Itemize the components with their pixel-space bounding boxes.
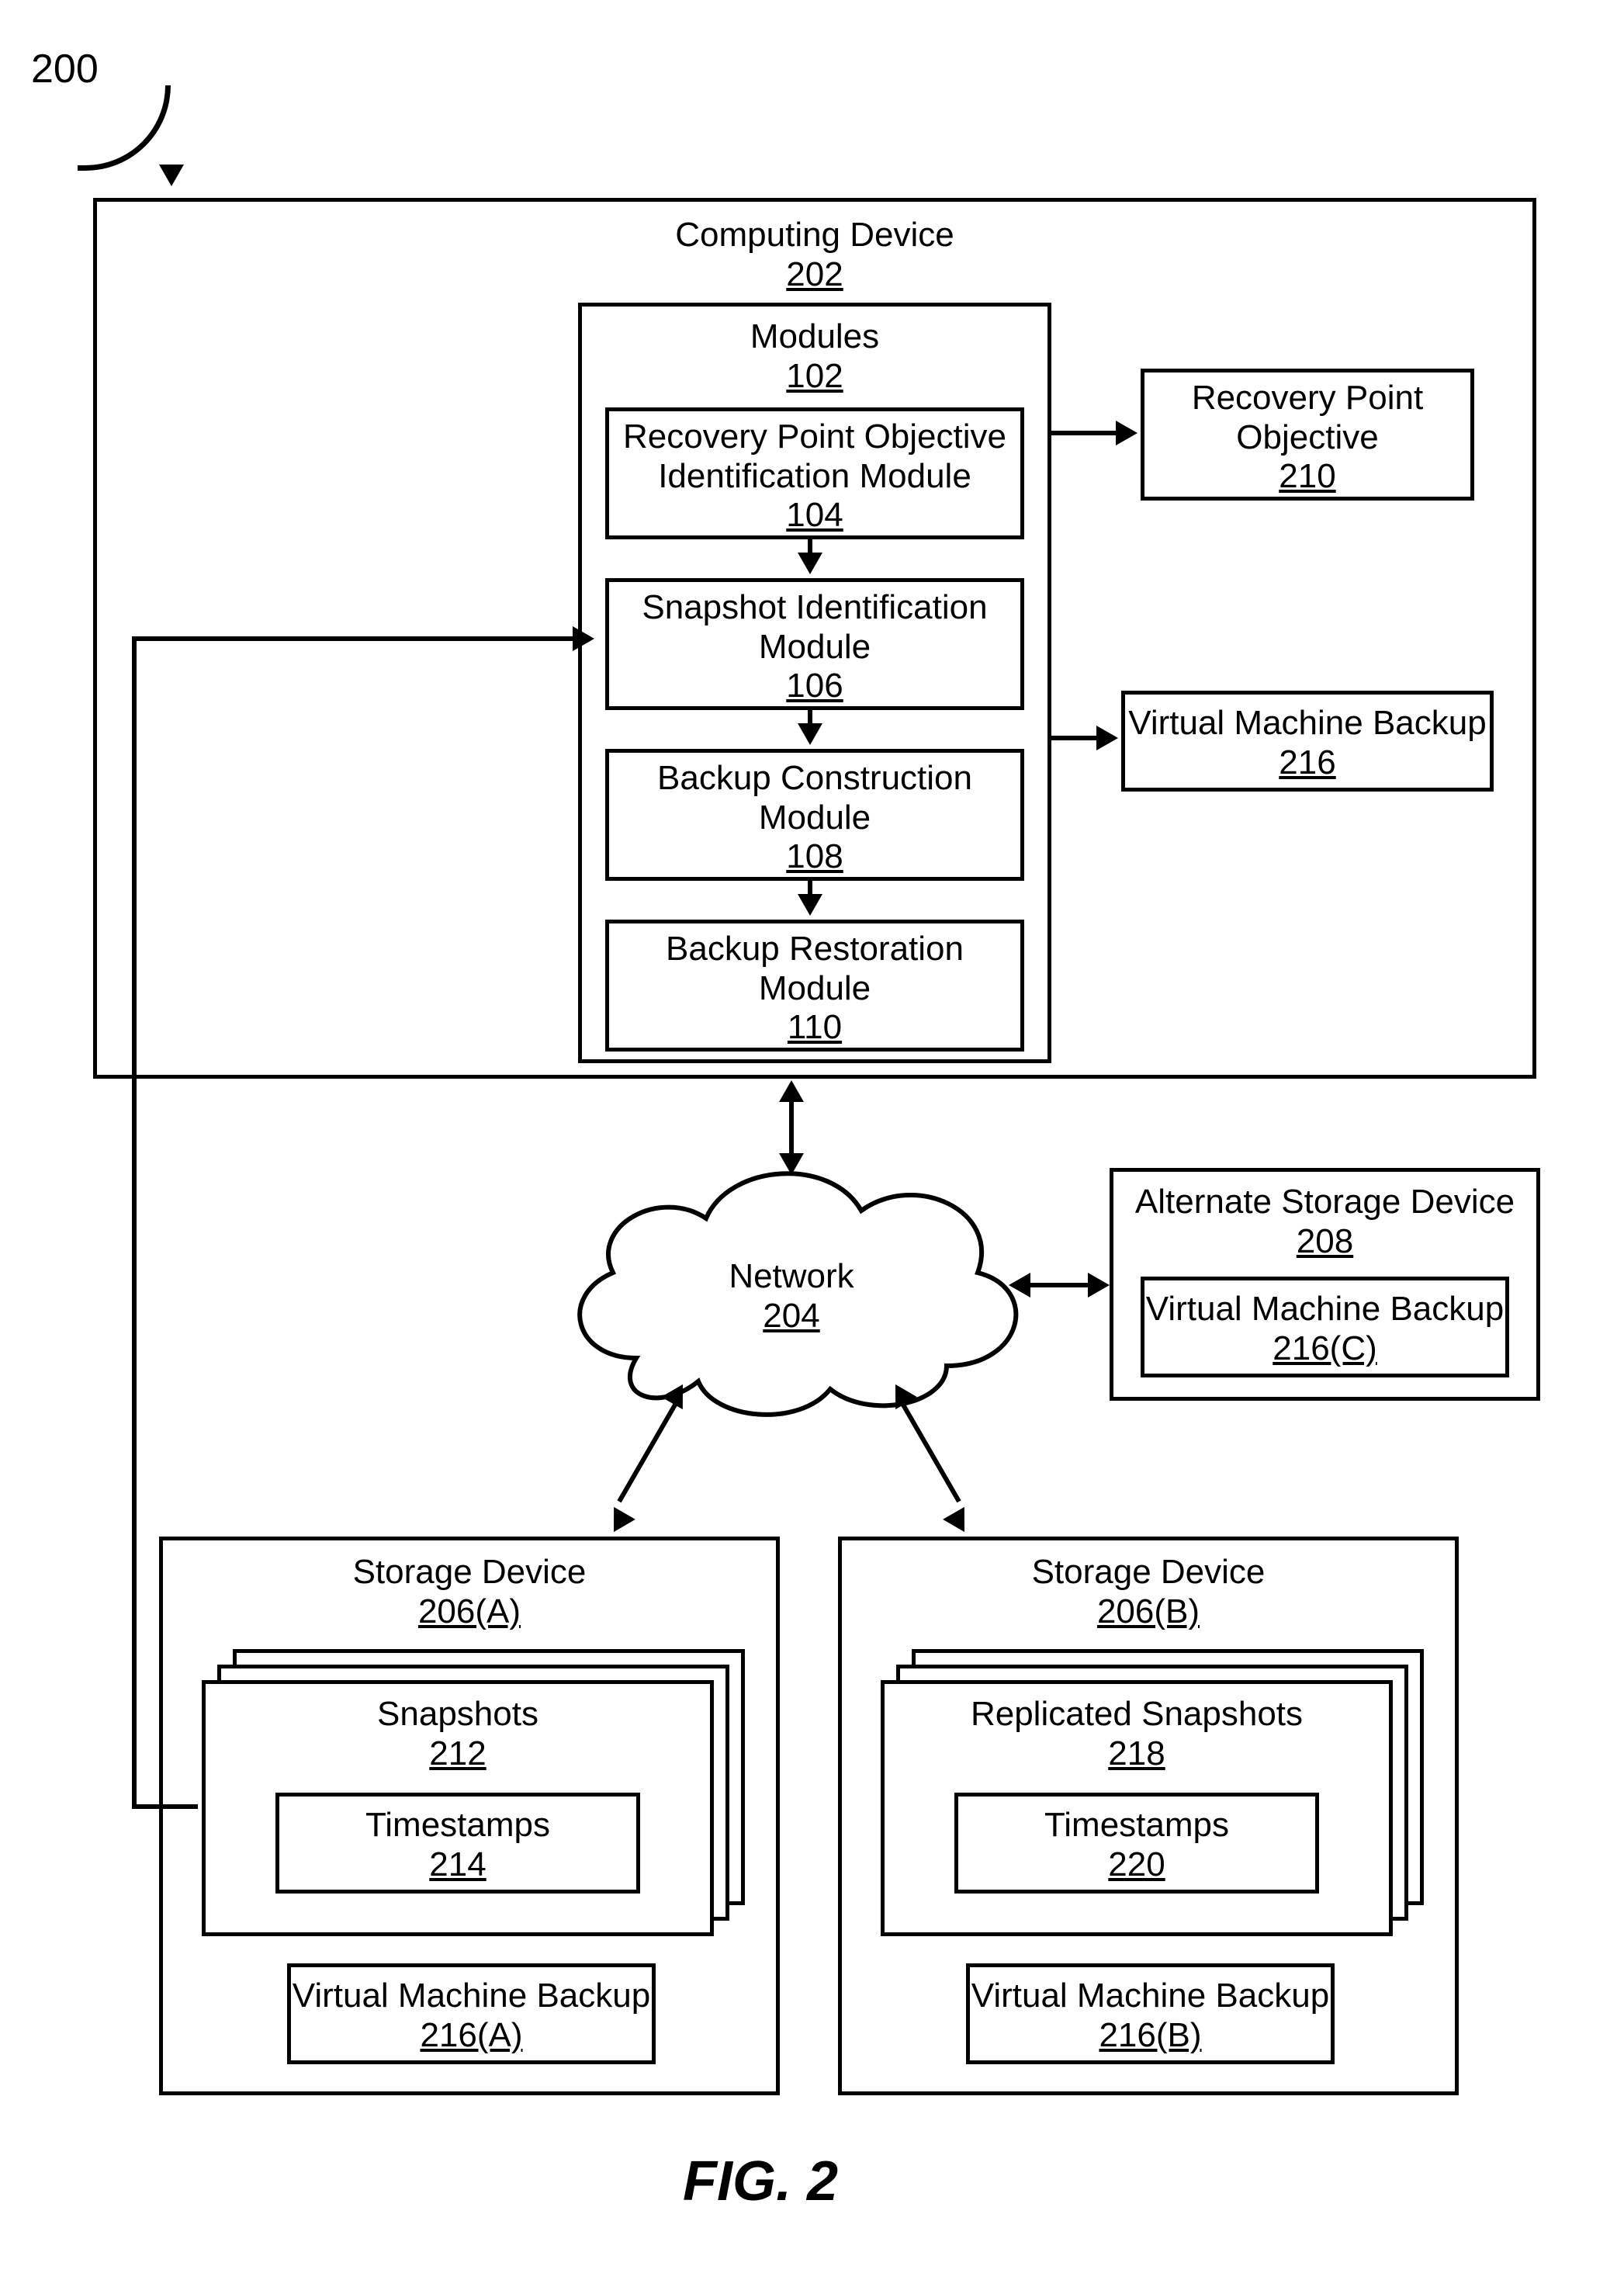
vmb-ref: 216 [1125, 743, 1490, 783]
snapshot-id-module-ref: 106 [609, 667, 1020, 706]
diagram-page: 200 Computing Device 202 Modules 102 Rec… [0, 0, 1624, 2273]
alt-storage-box: Alternate Storage Device 208 Virtual Mac… [1110, 1168, 1540, 1401]
storage-b-snapshots-ref: 218 [885, 1734, 1389, 1774]
arrow-106-108-head [798, 723, 822, 745]
modules-box: Modules 102 Recovery Point Objective Ide… [578, 303, 1051, 1063]
alt-storage-ref: 208 [1113, 1222, 1536, 1262]
rpo-id-module-line2: Identification Module [609, 457, 1020, 497]
rpo-box: Recovery Point Objective 210 [1141, 369, 1474, 501]
arrow-104-106-line [808, 535, 812, 554]
rpo-id-module-box: Recovery Point Objective Identification … [605, 407, 1024, 539]
arrow-cd-net-down [779, 1153, 804, 1175]
snapshot-id-module-line1: Snapshot Identification [609, 588, 1020, 628]
alt-storage-vmb-title: Virtual Machine Backup [1144, 1290, 1505, 1329]
computing-device-ref: 202 [97, 255, 1532, 295]
rpo-id-module-line1: Recovery Point Objective [609, 418, 1020, 457]
storage-b-box: Storage Device 206(B) Replicated Snapsho… [838, 1537, 1459, 2095]
storage-a-ref: 206(A) [163, 1592, 776, 1632]
backup-construction-module-box: Backup Construction Module 108 [605, 749, 1024, 881]
modules-ref: 102 [582, 357, 1047, 397]
backup-construction-module-line2: Module [609, 799, 1020, 838]
arrow-net-alt-left [1009, 1273, 1030, 1298]
elbow-212-106-h2 [132, 636, 574, 641]
figure-ref-pointer-curve [78, 85, 171, 171]
storage-a-vmb-title: Virtual Machine Backup [291, 1977, 652, 2016]
elbow-212-106-h1 [132, 1804, 198, 1809]
storage-b-title: Storage Device [842, 1553, 1455, 1592]
arrow-108-110-line [808, 877, 812, 896]
snapshot-id-module-line2: Module [609, 628, 1020, 667]
rpo-line2: Objective [1144, 418, 1470, 458]
backup-restoration-module-box: Backup Restoration Module 110 [605, 920, 1024, 1052]
elbow-212-106-v [132, 636, 137, 1809]
storage-a-timestamps-ref: 214 [279, 1845, 636, 1885]
backup-construction-module-line1: Backup Construction [609, 759, 1020, 799]
storage-a-timestamps-box: Timestamps 214 [275, 1793, 640, 1894]
storage-a-snapshots-title: Snapshots [206, 1695, 710, 1734]
arrow-net-alt-right [1088, 1273, 1110, 1298]
arrow-108-110-head [798, 894, 822, 916]
vmb-box: Virtual Machine Backup 216 [1121, 691, 1494, 792]
storage-b-vmb-title: Virtual Machine Backup [970, 1977, 1331, 2016]
backup-restoration-module-line2: Module [609, 969, 1020, 1009]
network-title: Network [543, 1257, 1040, 1297]
rpo-line1: Recovery Point [1144, 379, 1470, 418]
backup-construction-module-ref: 108 [609, 837, 1020, 877]
storage-b-timestamps-ref: 220 [958, 1845, 1315, 1885]
backup-restoration-module-ref: 110 [609, 1008, 1020, 1048]
storage-a-vmb-box: Virtual Machine Backup 216(A) [287, 1963, 656, 2064]
figure-ref-pointer-head [159, 165, 184, 186]
rpo-ref: 210 [1144, 457, 1470, 497]
storage-b-snapshots-box: Replicated Snapshots 218 Timestamps 220 [881, 1680, 1393, 1936]
rpo-id-module-ref: 104 [609, 496, 1020, 535]
arrow-cd-net-line [789, 1100, 794, 1155]
alt-storage-vmb-ref: 216(C) [1144, 1329, 1505, 1369]
arrow-modules-vmb-head [1096, 726, 1118, 750]
alt-storage-vmb-box: Virtual Machine Backup 216(C) [1141, 1277, 1509, 1377]
backup-restoration-module-line1: Backup Restoration [609, 930, 1020, 969]
storage-a-box: Storage Device 206(A) Snapshots 212 Time… [159, 1537, 780, 2095]
storage-a-snapshots-ref: 212 [206, 1734, 710, 1774]
storage-b-timestamps-box: Timestamps 220 [954, 1793, 1319, 1894]
storage-a-snapshots-box: Snapshots 212 Timestamps 214 [202, 1680, 714, 1936]
arrow-104-106-head [798, 553, 822, 574]
modules-title: Modules [582, 317, 1047, 357]
storage-a-title: Storage Device [163, 1553, 776, 1592]
figure-caption: FIG. 2 [683, 2150, 838, 2213]
arrow-cd-net-up [779, 1080, 804, 1102]
storage-a-timestamps-title: Timestamps [279, 1806, 636, 1845]
storage-b-snapshots-title: Replicated Snapshots [885, 1695, 1389, 1734]
elbow-212-106-head [573, 626, 594, 651]
vmb-title: Virtual Machine Backup [1125, 704, 1490, 743]
arrow-modules-rpo-head [1116, 421, 1137, 445]
storage-b-ref: 206(B) [842, 1592, 1455, 1632]
storage-b-vmb-box: Virtual Machine Backup 216(B) [966, 1963, 1335, 2064]
arrow-net-sa-down [603, 1507, 635, 1538]
storage-b-vmb-ref: 216(B) [970, 2016, 1331, 2056]
network-ref: 204 [543, 1297, 1040, 1336]
alt-storage-title: Alternate Storage Device [1113, 1183, 1536, 1222]
computing-device-title: Computing Device [97, 216, 1532, 255]
arrow-modules-vmb-line [1051, 736, 1098, 740]
arrow-106-108-line [808, 706, 812, 725]
storage-b-timestamps-title: Timestamps [958, 1806, 1315, 1845]
arrow-modules-rpo-line [1051, 431, 1117, 435]
arrow-net-alt-line [1029, 1283, 1089, 1287]
snapshot-id-module-box: Snapshot Identification Module 106 [605, 578, 1024, 710]
arrow-net-sb-down [943, 1507, 975, 1538]
storage-a-vmb-ref: 216(A) [291, 2016, 652, 2056]
